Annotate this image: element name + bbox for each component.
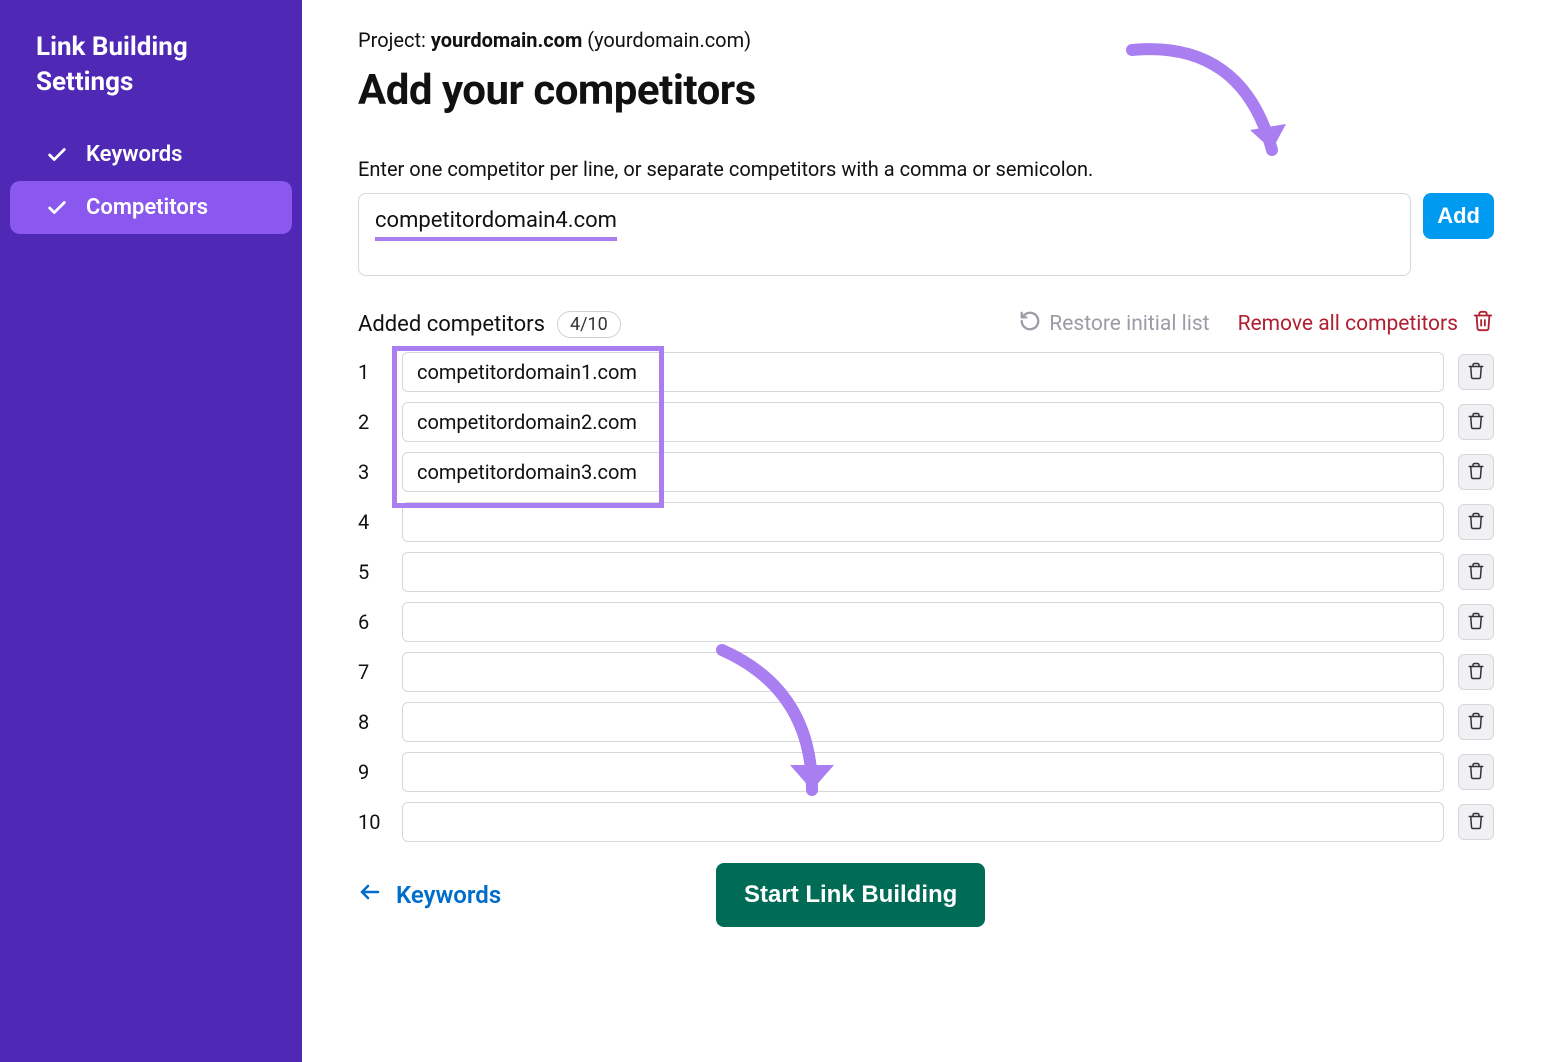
trash-icon <box>1467 562 1485 583</box>
competitor-input-row: competitordomain4.com Add <box>358 193 1494 276</box>
delete-row-button[interactable] <box>1458 404 1494 440</box>
trash-icon <box>1467 812 1485 833</box>
sidebar-title: Link Building Settings <box>0 30 302 128</box>
competitor-row-input[interactable]: competitordomain3.com <box>402 452 1444 492</box>
competitor-row-input[interactable] <box>402 552 1444 592</box>
table-row: 9 <box>358 752 1494 792</box>
annotation-arrow-icon <box>1122 30 1302 210</box>
row-number: 8 <box>358 710 388 734</box>
sidebar: Link Building Settings Keywords Competit… <box>0 0 302 1062</box>
competitor-input-value: competitordomain4.com <box>375 208 617 241</box>
delete-row-button[interactable] <box>1458 704 1494 740</box>
table-row: 4 <box>358 502 1494 542</box>
project-line: Project: yourdomain.com (yourdomain.com) <box>358 28 1494 52</box>
delete-row-button[interactable] <box>1458 804 1494 840</box>
table-row: 5 <box>358 552 1494 592</box>
row-number: 5 <box>358 560 388 584</box>
table-row: 6 <box>358 602 1494 642</box>
row-number: 10 <box>358 810 388 834</box>
competitor-rows: 1 competitordomain1.com 2 competitordoma… <box>358 352 1494 842</box>
delete-row-button[interactable] <box>1458 754 1494 790</box>
instructions-text: Enter one competitor per line, or separa… <box>358 157 1494 181</box>
remove-all-competitors[interactable]: Remove all competitors <box>1238 310 1494 338</box>
add-button[interactable]: Add <box>1423 193 1494 239</box>
delete-row-button[interactable] <box>1458 504 1494 540</box>
check-icon <box>46 197 68 219</box>
trash-icon <box>1467 712 1485 733</box>
project-domain-paren: (yourdomain.com) <box>582 28 751 52</box>
added-header: Added competitors 4/10 Restore initial l… <box>358 310 1494 338</box>
trash-icon <box>1467 412 1485 433</box>
competitor-row-input[interactable]: competitordomain2.com <box>402 402 1444 442</box>
row-number: 3 <box>358 460 388 484</box>
table-row: 8 <box>358 702 1494 742</box>
row-number: 6 <box>358 610 388 634</box>
competitor-row-input[interactable] <box>402 502 1444 542</box>
start-link-building-button[interactable]: Start Link Building <box>716 863 985 927</box>
project-domain: yourdomain.com <box>431 28 582 52</box>
row-number: 9 <box>358 760 388 784</box>
added-label: Added competitors <box>358 312 545 337</box>
row-number: 7 <box>358 660 388 684</box>
trash-icon <box>1467 612 1485 633</box>
row-number: 2 <box>358 410 388 434</box>
undo-icon <box>1019 310 1041 338</box>
competitor-row-input[interactable] <box>402 702 1444 742</box>
back-label: Keywords <box>396 881 501 909</box>
trash-icon <box>1467 762 1485 783</box>
trash-icon <box>1467 512 1485 533</box>
restore-initial-list[interactable]: Restore initial list <box>1019 310 1209 338</box>
delete-row-button[interactable] <box>1458 354 1494 390</box>
table-row: 10 <box>358 802 1494 842</box>
delete-row-button[interactable] <box>1458 554 1494 590</box>
sidebar-item-competitors[interactable]: Competitors <box>10 181 292 234</box>
competitor-row-input[interactable]: competitordomain1.com <box>402 352 1444 392</box>
row-number: 1 <box>358 360 388 384</box>
table-row: 7 <box>358 652 1494 692</box>
sidebar-item-keywords[interactable]: Keywords <box>10 128 292 181</box>
main-content: Project: yourdomain.com (yourdomain.com)… <box>302 0 1554 1062</box>
added-header-left: Added competitors 4/10 <box>358 311 621 338</box>
row-number: 4 <box>358 510 388 534</box>
trash-icon <box>1472 310 1494 338</box>
check-icon <box>46 144 68 166</box>
remove-all-label: Remove all competitors <box>1238 312 1458 336</box>
count-pill: 4/10 <box>557 311 621 338</box>
delete-row-button[interactable] <box>1458 454 1494 490</box>
competitor-row-input[interactable] <box>402 602 1444 642</box>
trash-icon <box>1467 662 1485 683</box>
competitor-row-input[interactable] <box>402 802 1444 842</box>
competitor-row-input[interactable] <box>402 652 1444 692</box>
page-title: Add your competitors <box>358 66 1494 115</box>
delete-row-button[interactable] <box>1458 654 1494 690</box>
competitor-row-input[interactable] <box>402 752 1444 792</box>
trash-icon <box>1467 462 1485 483</box>
restore-label: Restore initial list <box>1049 312 1209 336</box>
project-prefix: Project: <box>358 28 431 52</box>
back-to-keywords[interactable]: Keywords <box>358 880 501 910</box>
arrow-left-icon <box>358 880 382 910</box>
sidebar-item-label: Competitors <box>86 195 208 220</box>
competitor-input[interactable]: competitordomain4.com <box>358 193 1411 276</box>
sidebar-item-label: Keywords <box>86 142 182 167</box>
added-header-right: Restore initial list Remove all competit… <box>1019 310 1494 338</box>
footer-nav: Keywords Start Link Building <box>358 880 1494 910</box>
table-row: 1 competitordomain1.com <box>358 352 1494 392</box>
trash-icon <box>1467 362 1485 383</box>
table-row: 3 competitordomain3.com <box>358 452 1494 492</box>
delete-row-button[interactable] <box>1458 604 1494 640</box>
table-row: 2 competitordomain2.com <box>358 402 1494 442</box>
